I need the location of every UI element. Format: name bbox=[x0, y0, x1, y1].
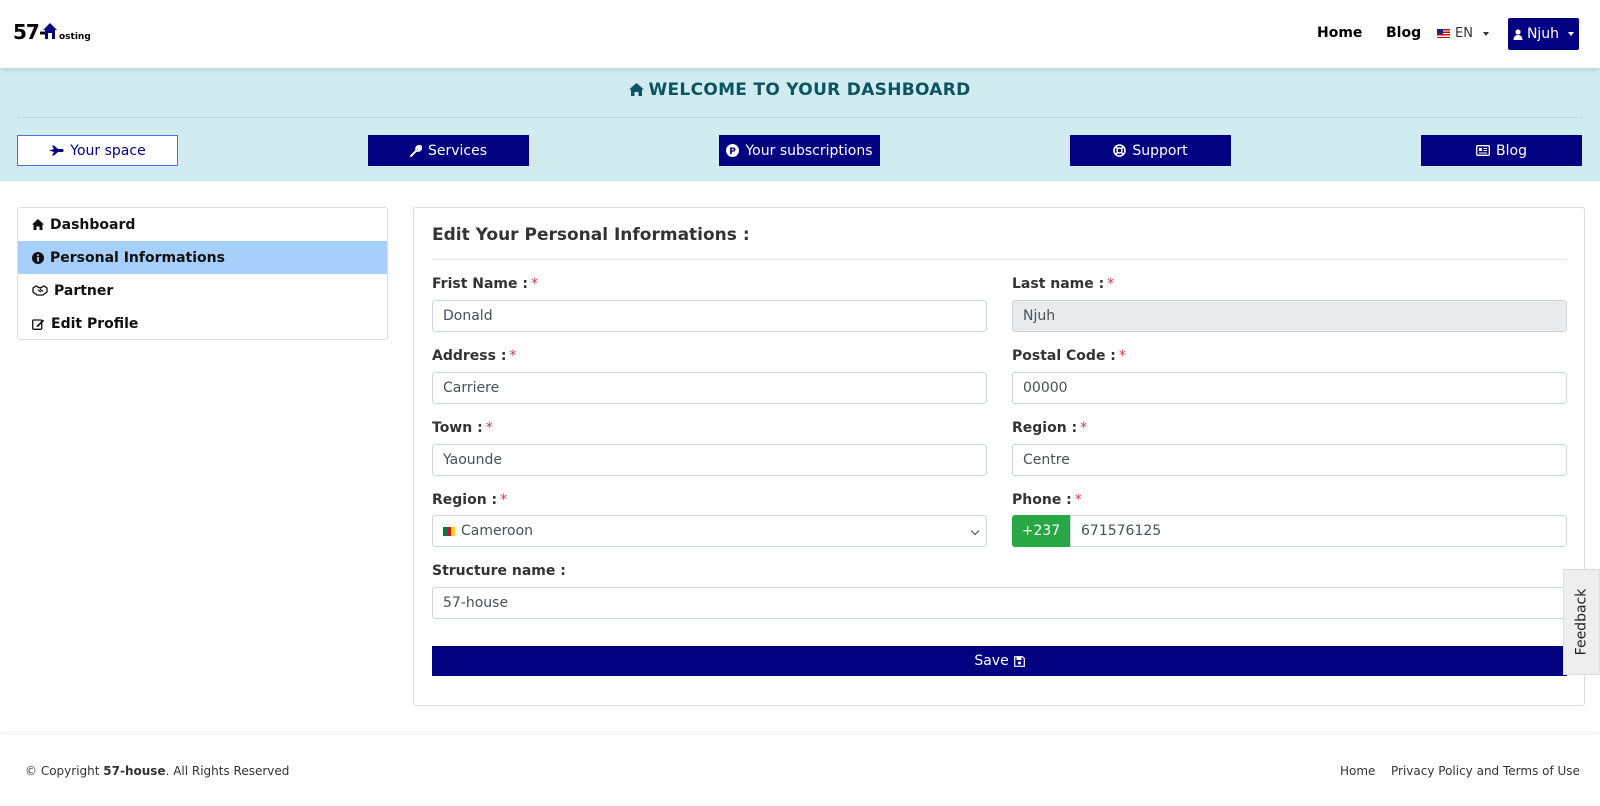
required-asterisk: * bbox=[485, 420, 493, 436]
chevron-down-icon bbox=[970, 526, 980, 536]
sidebar-item-label: Dashboard bbox=[50, 216, 136, 233]
required-asterisk: * bbox=[1080, 420, 1088, 436]
address-label: Address : * bbox=[432, 348, 517, 364]
top-navbar: 57- osting Home Blog EN Njuh bbox=[0, 0, 1600, 68]
structure-name-label: Structure name : bbox=[432, 563, 566, 579]
lifebuoy-icon bbox=[1113, 144, 1127, 157]
country-select[interactable]: Cameroon bbox=[432, 515, 987, 547]
sidebar-item-label: Partner bbox=[54, 282, 114, 299]
phone-prefix: +237 bbox=[1012, 515, 1070, 547]
info-circle-icon bbox=[32, 251, 44, 264]
site-logo[interactable]: 57- osting bbox=[13, 20, 91, 44]
tab-your-subscriptions[interactable]: P Your subscriptions bbox=[719, 135, 880, 166]
language-dropdown[interactable]: EN bbox=[1437, 26, 1489, 41]
parking-circle-icon: P bbox=[726, 144, 740, 157]
required-asterisk: * bbox=[1107, 276, 1115, 292]
home-icon bbox=[629, 83, 645, 96]
tab-your-space[interactable]: Your space bbox=[17, 135, 178, 166]
feedback-label: Feedback bbox=[1573, 588, 1590, 656]
town-label: Town : * bbox=[432, 420, 493, 436]
save-button[interactable]: Save bbox=[432, 646, 1567, 676]
required-asterisk: * bbox=[1118, 348, 1126, 364]
postal-code-field[interactable]: 00000 bbox=[1012, 372, 1567, 404]
sidebar-item-label: Edit Profile bbox=[51, 315, 139, 332]
footer-home-link[interactable]: Home bbox=[1340, 764, 1375, 778]
tab-support[interactable]: Support bbox=[1070, 135, 1231, 166]
postal-code-label: Postal Code : * bbox=[1012, 348, 1126, 364]
floppy-disk-icon bbox=[1013, 655, 1025, 667]
welcome-title: WELCOME TO YOUR DASHBOARD bbox=[0, 80, 1600, 100]
required-asterisk: * bbox=[509, 348, 517, 364]
form-divider bbox=[432, 259, 1567, 260]
cameroon-flag-icon bbox=[443, 526, 455, 536]
sidebar-item-dashboard[interactable]: Dashboard bbox=[18, 208, 387, 241]
tab-label: Blog bbox=[1496, 142, 1527, 159]
tab-label: Support bbox=[1132, 142, 1188, 159]
required-asterisk: * bbox=[1074, 492, 1082, 508]
tab-label: Services bbox=[427, 142, 488, 159]
address-field[interactable]: Carriere bbox=[432, 372, 987, 404]
first-name-label: Frist Name : * bbox=[432, 276, 538, 292]
home-icon bbox=[32, 219, 44, 230]
us-flag-icon bbox=[1437, 29, 1450, 38]
nav-home-link[interactable]: Home bbox=[1317, 25, 1362, 41]
house-icon bbox=[43, 23, 57, 39]
first-name-field[interactable]: Donald bbox=[432, 300, 987, 332]
wrench-icon bbox=[409, 144, 422, 157]
sidebar-item-partner[interactable]: Partner bbox=[18, 274, 387, 307]
user-icon bbox=[1513, 28, 1523, 40]
language-label: EN bbox=[1455, 26, 1473, 41]
region-label: Region : * bbox=[1012, 420, 1088, 436]
tab-label: Your space bbox=[70, 142, 146, 159]
newspaper-icon bbox=[1476, 145, 1490, 156]
plane-icon bbox=[49, 145, 64, 156]
structure-name-field[interactable]: 57-house bbox=[432, 587, 1567, 619]
welcome-divider bbox=[17, 117, 1583, 118]
footer-privacy-link[interactable]: Privacy Policy and Terms of Use bbox=[1391, 764, 1580, 778]
logo-word: osting bbox=[59, 32, 91, 42]
tab-blog[interactable]: Blog bbox=[1421, 135, 1582, 166]
last-name-field[interactable]: Njuh bbox=[1012, 300, 1567, 332]
form-title: Edit Your Personal Informations : bbox=[432, 225, 750, 245]
edit-icon bbox=[32, 318, 45, 330]
town-field[interactable]: Yaounde bbox=[432, 444, 987, 476]
nav-blog-link[interactable]: Blog bbox=[1386, 25, 1421, 41]
personal-info-form: Edit Your Personal Informations : Frist … bbox=[413, 207, 1585, 706]
tab-services[interactable]: Services bbox=[368, 135, 529, 166]
copyright-text: © Copyright 57-house. All Rights Reserve… bbox=[25, 764, 290, 778]
footer-brand: 57-house bbox=[103, 764, 166, 778]
welcome-title-text: WELCOME TO YOUR DASHBOARD bbox=[648, 80, 971, 100]
last-name-label: Last name : * bbox=[1012, 276, 1115, 292]
sidebar-item-label: Personal Informations bbox=[50, 249, 225, 266]
required-asterisk: * bbox=[531, 276, 538, 292]
caret-down-icon bbox=[1482, 31, 1489, 36]
feedback-tab[interactable]: Feedback bbox=[1563, 569, 1600, 675]
required-asterisk: * bbox=[500, 492, 508, 508]
sidebar: Dashboard Personal Informations Partner … bbox=[17, 207, 388, 340]
user-name: Njuh bbox=[1526, 26, 1560, 42]
svg-text:P: P bbox=[730, 147, 737, 157]
footer-divider bbox=[0, 735, 1600, 739]
user-menu-button[interactable]: Njuh bbox=[1508, 18, 1579, 50]
country-selected-value: Cameroon bbox=[461, 523, 534, 539]
caret-down-icon bbox=[1568, 32, 1575, 36]
welcome-band: WELCOME TO YOUR DASHBOARD Your space Ser… bbox=[0, 68, 1600, 181]
sidebar-item-edit-profile[interactable]: Edit Profile bbox=[18, 307, 387, 340]
sidebar-item-personal-informations[interactable]: Personal Informations bbox=[18, 241, 387, 274]
save-label: Save bbox=[974, 653, 1009, 669]
region-field[interactable]: Centre bbox=[1012, 444, 1567, 476]
handshake-icon bbox=[32, 285, 48, 296]
country-label: Region : * bbox=[432, 492, 508, 508]
phone-label: Phone : * bbox=[1012, 492, 1082, 508]
tab-label: Your subscriptions bbox=[745, 142, 873, 159]
phone-field[interactable]: 671576125 bbox=[1070, 515, 1567, 547]
